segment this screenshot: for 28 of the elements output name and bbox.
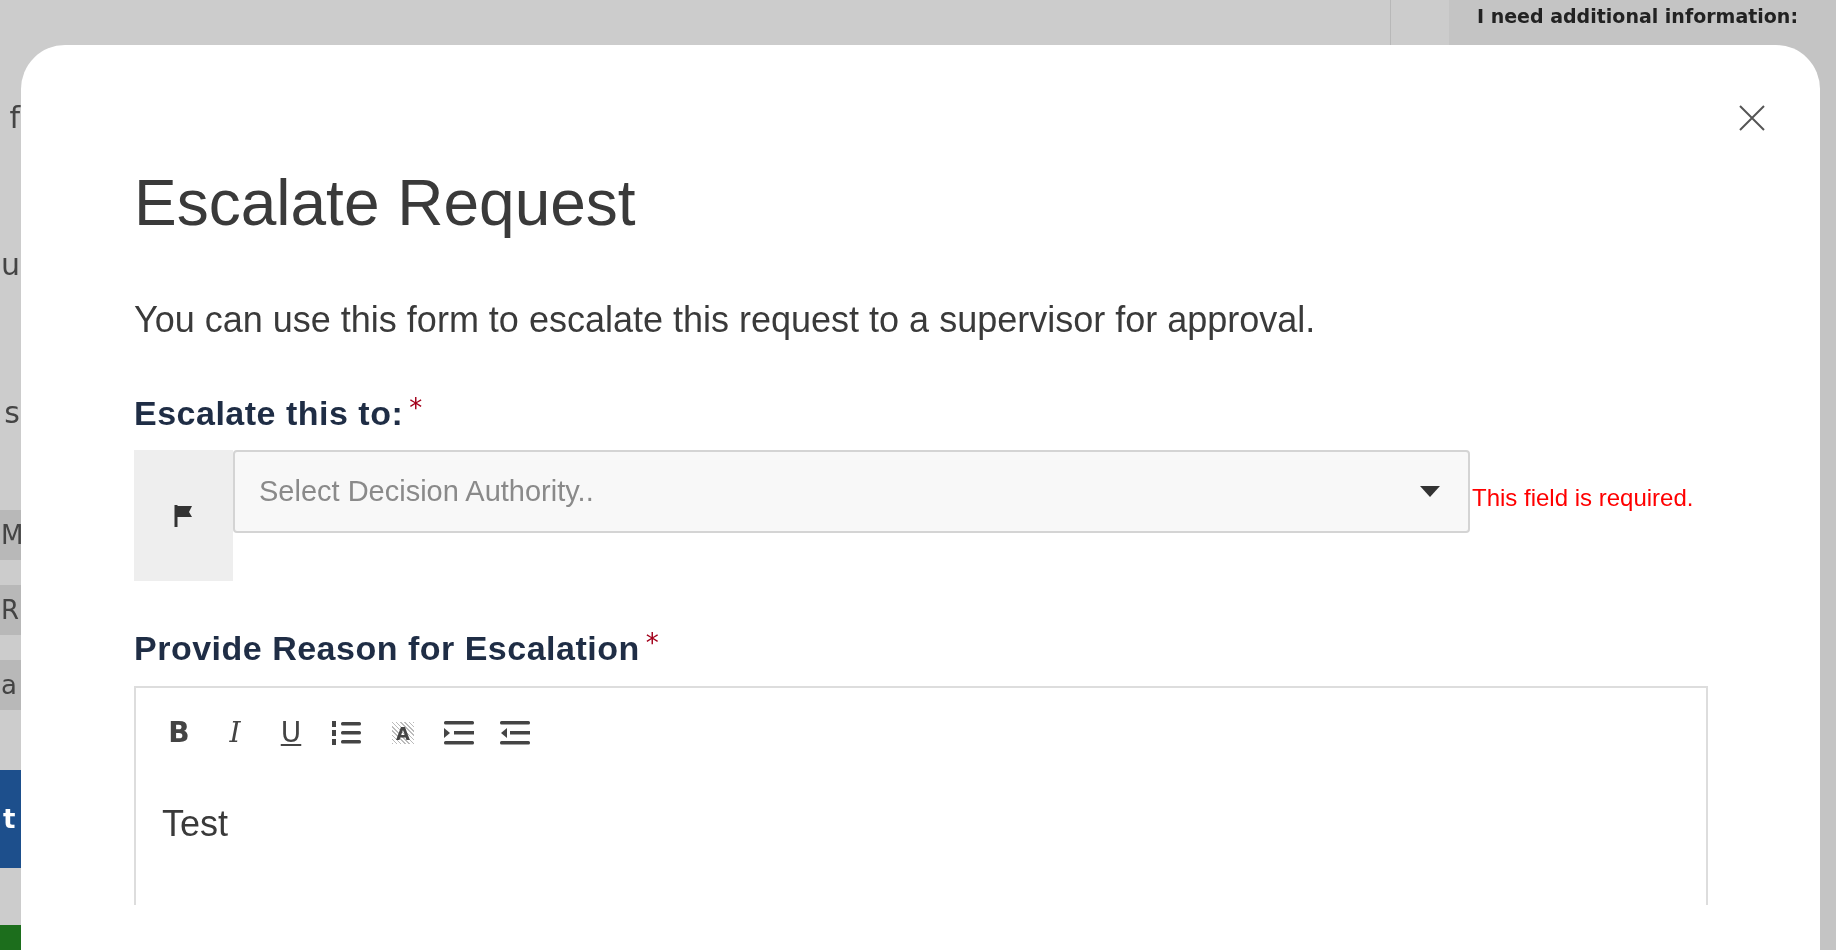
background-text: s [4,394,20,432]
close-icon[interactable] [1737,103,1767,133]
required-mark: * [645,627,659,660]
editor-text: Test [162,804,230,844]
indent-icon [444,720,474,746]
flag-icon [173,503,194,528]
field-label: Provide Reason for Escalation [134,628,640,669]
caret-icon [1420,486,1440,497]
text-editor[interactable]: B I U A Test [134,686,1708,905]
background-tag: a [0,660,21,710]
dialog-title: Escalate Request [134,166,637,238]
background-tag: R [0,585,21,635]
error-message: This field is required. [1472,483,1694,513]
numbered-list-icon [332,720,362,746]
bold-button[interactable]: B [162,716,196,750]
underline-button[interactable]: U [274,716,308,750]
dialog-description: You can use this form to escalate this request to a supervisor for approval. [134,298,1317,342]
outdent-icon [500,720,530,746]
italic-button[interactable]: I [218,716,252,750]
background-bar [0,925,21,950]
background-button[interactable]: t [0,770,21,868]
background-text: f [9,99,20,137]
highlight-button[interactable]: A [392,722,414,744]
background-tag: M [0,510,21,560]
background-text: u [1,246,20,284]
background-heading: I need additional information: [1477,4,1798,29]
required-mark: * [409,392,423,425]
field-label: Escalate this to: [134,393,404,434]
